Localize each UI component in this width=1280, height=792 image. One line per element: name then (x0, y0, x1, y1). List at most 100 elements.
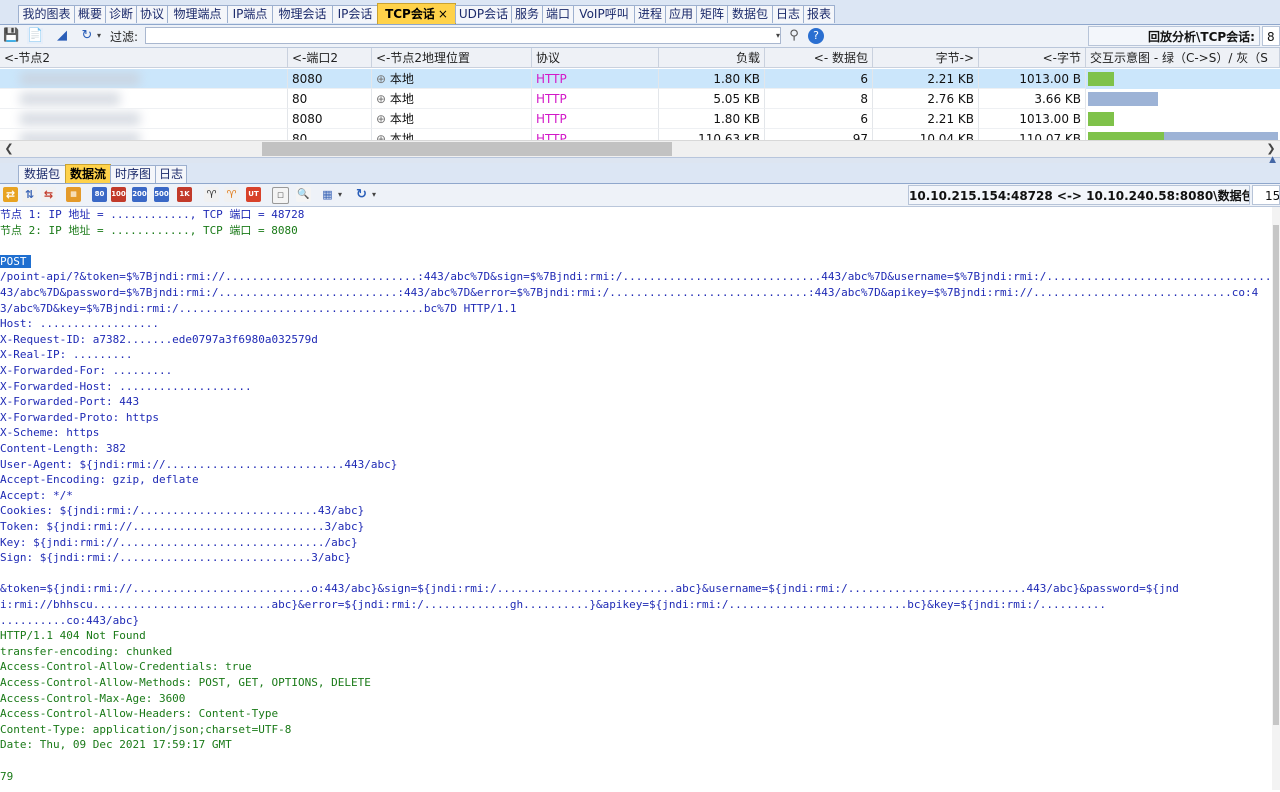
tab-17[interactable]: 日志 (772, 5, 804, 23)
tab-label: 进程 (637, 7, 662, 21)
stream-line-text: Cookies: ${jndi:rmi:/...................… (0, 504, 365, 518)
tab-0[interactable]: 我的图表 (18, 5, 75, 23)
stream-line-text: transfer-encoding: chunked (0, 644, 173, 658)
stream-refresh-icon[interactable]: ↻ (354, 187, 369, 202)
tab-2[interactable]: 诊断 (105, 5, 137, 23)
payload-cell: 1.80 KB (659, 109, 765, 129)
node-tree-color-icon[interactable]: ♈ (224, 187, 239, 202)
decode-view-icon[interactable]: ⇅ (22, 187, 37, 202)
tab-11[interactable]: 端口 (542, 5, 574, 23)
utf8-icon[interactable]: UT (246, 187, 261, 202)
tab-13[interactable]: 进程 (634, 5, 666, 23)
stream-line: X-Forwarded-Host: .................... (0, 379, 252, 395)
stream-line-text: ..........co:443/abc} (0, 613, 140, 627)
search-icon[interactable]: ⚲ (786, 28, 802, 44)
size-100-button[interactable]: 100 (111, 187, 126, 202)
stream-line-text: 节点 1: IP 地址 = ............, TCP 端口 = 487… (0, 208, 305, 221)
table-row[interactable]: 8080 ⊕ 本地 HTTP 1.80 KB 6 2.21 KB 1013.00 B (0, 69, 1280, 89)
format-icon[interactable]: ▦ (66, 187, 81, 202)
tab-18[interactable]: 报表 (803, 5, 835, 23)
stream-line: Cookies: ${jndi:rmi:/...................… (0, 503, 364, 519)
vertical-scroll-thumb[interactable] (1273, 225, 1279, 725)
detail-tab-2[interactable]: 时序图 (110, 165, 156, 183)
tab-4[interactable]: 物理端点 (167, 5, 228, 23)
stream-line-text: Access-Control-Allow-Credentials: true (0, 660, 252, 674)
close-tab-icon[interactable]: × (438, 7, 448, 21)
tab-16[interactable]: 数据包 (727, 5, 773, 23)
filter-icon[interactable]: ◢ (54, 28, 70, 44)
tab-label: IP会话 (337, 7, 373, 21)
stream-line-text: i:rmi://bhhscu..........................… (0, 598, 1106, 611)
detail-tab-label: 时序图 (114, 167, 151, 181)
tab-15[interactable]: 矩阵 (696, 5, 728, 23)
filter-input[interactable] (145, 27, 781, 44)
stream-line: X-Real-IP: ......... (0, 347, 132, 363)
export-icon[interactable]: 📄 (27, 28, 43, 44)
stream-line: Accept-Encoding: gzip, deflate (0, 472, 199, 488)
copy-icon[interactable]: □ (272, 187, 289, 204)
size-200-button[interactable]: 200 (132, 187, 147, 202)
tab-6[interactable]: 物理会话 (272, 5, 333, 23)
scroll-left-icon[interactable]: ❮ (2, 141, 16, 157)
size-80-button[interactable]: 80 (92, 187, 107, 202)
tab-14[interactable]: 应用 (665, 5, 697, 23)
geo-label: 本地 (389, 112, 414, 126)
column-header-interaction[interactable]: 交互示意图 - 绿（C->S）/ 灰（S (1086, 48, 1280, 68)
globe-icon: ⊕ (376, 92, 390, 106)
column-header-payload[interactable]: 负载 (659, 48, 765, 68)
filter-dropdown-icon[interactable]: ▾ (774, 28, 782, 44)
table-row[interactable]: 80 ⊕ 本地 HTTP 5.05 KB 8 2.76 KB 3.66 KB (0, 89, 1280, 109)
horizontal-scrollbar[interactable]: ❮ ❯ (0, 140, 1280, 157)
tab-3[interactable]: 协议 (136, 5, 168, 23)
tab-7[interactable]: IP会话 (332, 5, 378, 23)
column-header-bytes-out[interactable]: 字节-> (873, 48, 979, 68)
column-header-protocol[interactable]: 协议 (532, 48, 659, 68)
image-export-icon[interactable]: ▦ (320, 187, 335, 202)
table-row[interactable]: 8080 ⊕ 本地 HTTP 1.80 KB 6 2.21 KB 1013.00 B (0, 109, 1280, 129)
size-500-button[interactable]: 500 (154, 187, 169, 202)
column-header-packets[interactable]: <- 数据包 (765, 48, 873, 68)
refresh-dropdown-icon[interactable]: ▾ (95, 28, 103, 44)
node-tree-icon[interactable]: ♈ (204, 187, 219, 202)
detail-tab-0[interactable]: 数据包 (18, 165, 66, 183)
export-dropdown-icon[interactable]: ▾ (336, 187, 344, 202)
tab-5[interactable]: IP端点 (227, 5, 273, 23)
stream-line: 节点 2: IP 地址 = ............, TCP 端口 = 808… (0, 223, 298, 239)
geo-cell: ⊕ 本地 (372, 89, 532, 109)
tab-label: 报表 (806, 7, 831, 21)
stream-line-text: X-Real-IP: ......... (0, 348, 133, 362)
tab-10[interactable]: 服务 (511, 5, 543, 23)
redacted-address (20, 112, 140, 126)
size-1k-button[interactable]: 1K (177, 187, 192, 202)
stream-line: transfer-encoding: chunked (0, 644, 172, 660)
stream-view-icon[interactable]: ⇄ (3, 187, 18, 202)
stream-refresh-dropdown-icon[interactable]: ▾ (370, 187, 378, 202)
horizontal-scroll-thumb[interactable] (262, 142, 672, 156)
tab-label: 协议 (139, 7, 164, 21)
stream-line: 43/abc%7D&password=$%7Bjndi:rmi:/.......… (0, 285, 1258, 301)
column-header-bytes-in[interactable]: <-字节 (979, 48, 1086, 68)
help-icon[interactable]: ? (808, 28, 824, 44)
session-toolbar: 💾 📄 ◢ ↻ ▾ 过滤: ▾ ⚲ ? 回放分析\TCP会话: 8 (0, 25, 1280, 48)
find-icon[interactable]: 🔍 (296, 187, 311, 202)
vertical-scrollbar[interactable] (1272, 207, 1280, 790)
detail-tab-1[interactable]: 数据流 (65, 164, 111, 183)
stream-line-text: Accept-Encoding: gzip, deflate (0, 473, 199, 487)
filter-label: 过滤: (110, 30, 139, 44)
column-header-geo[interactable]: <-节点2地理位置 (372, 48, 532, 68)
tab-12[interactable]: VoIP呼叫 (573, 5, 635, 23)
stream-line-text: Key: ${jndi:rmi://......................… (0, 535, 358, 549)
refresh-icon[interactable]: ↻ (79, 28, 95, 44)
tab-8[interactable]: TCP会话 × (377, 3, 456, 24)
tab-1[interactable]: 概要 (74, 5, 106, 23)
hex-view-icon[interactable]: ⇆ (41, 187, 56, 202)
tab-9[interactable]: UDP会话 (455, 5, 512, 23)
bytes-in-cell: 1013.00 B (979, 109, 1086, 129)
tab-label: 服务 (514, 7, 539, 21)
column-header-port2[interactable]: <-端口2 (288, 48, 372, 68)
data-stream-view[interactable]: 节点 1: IP 地址 = ............, TCP 端口 = 487… (0, 207, 1272, 790)
save-icon[interactable]: 💾 (3, 28, 19, 44)
payload-cell: 1.80 KB (659, 69, 765, 89)
detail-tab-3[interactable]: 日志 (155, 165, 187, 183)
column-header-node2[interactable]: <-节点2 (0, 48, 288, 68)
